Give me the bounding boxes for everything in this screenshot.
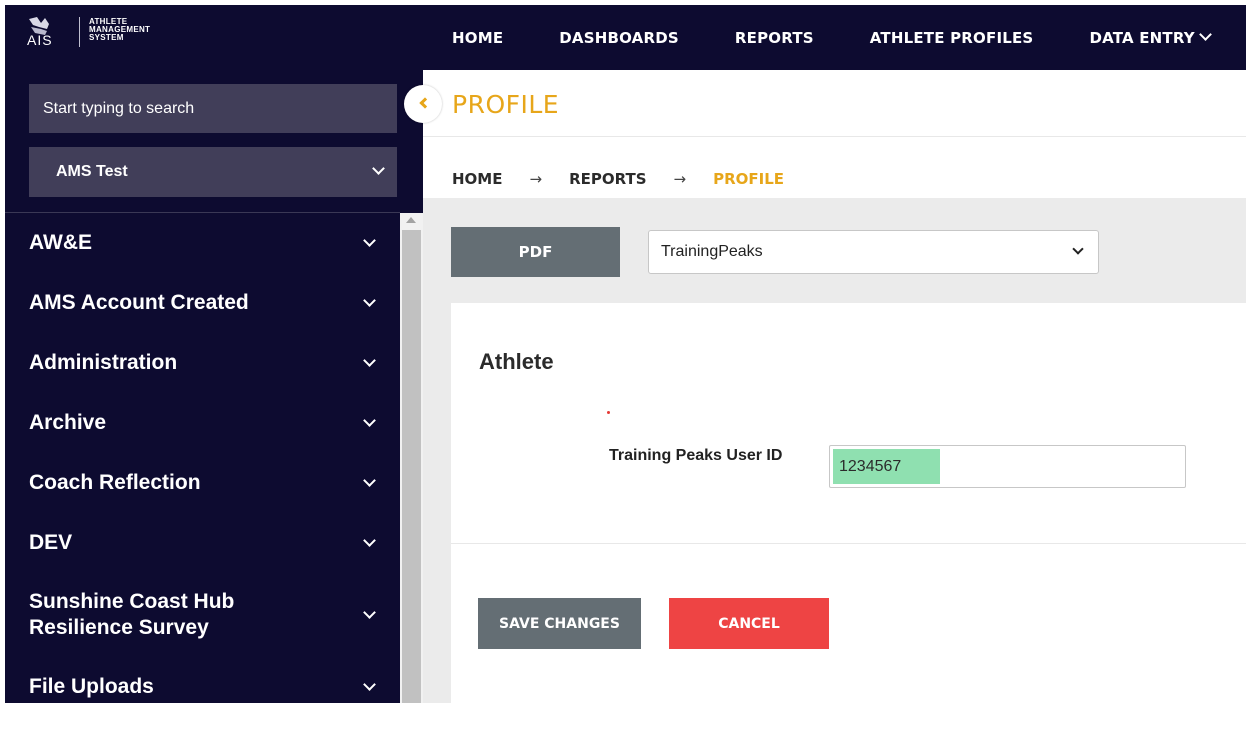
sidebar-item-administration[interactable]: Administration	[5, 333, 398, 393]
sidebar-item-ams-account-created[interactable]: AMS Account Created	[5, 273, 398, 333]
training-peaks-id-input[interactable]: 1234567	[829, 445, 1186, 488]
sidebar-item-awe[interactable]: AW&E	[5, 213, 398, 273]
main-nav: HOME DASHBOARDS REPORTS ATHLETE PROFILES…	[452, 5, 1212, 70]
profile-form-card: Athlete Training Peaks User ID 1234567 S…	[451, 303, 1246, 703]
sidebar-item-dev[interactable]: DEV	[5, 513, 398, 573]
top-navigation-bar: AIS ATHLETE MANAGEMENT SYSTEM HOME DASHB…	[5, 5, 1246, 70]
sidebar-item-label: AMS Account Created	[29, 291, 249, 314]
sidebar-item-file-uploads[interactable]: File Uploads	[5, 657, 398, 717]
nav-data-entry-label: DATA ENTRY	[1089, 28, 1195, 47]
report-select[interactable]: TrainingPeaks	[648, 230, 1099, 274]
breadcrumb-arrow-icon: →	[529, 170, 543, 188]
training-peaks-id-label: Training Peaks User ID	[609, 447, 783, 464]
nav-athlete-profiles[interactable]: ATHLETE PROFILES	[870, 29, 1034, 47]
form-divider	[451, 543, 1246, 544]
chevron-down-icon	[372, 162, 385, 175]
title-divider	[423, 136, 1246, 137]
chevron-down-icon	[363, 678, 376, 691]
breadcrumb-reports[interactable]: REPORTS	[569, 170, 646, 188]
sidebar-item-label: Archive	[29, 411, 107, 434]
sidebar-item-label: AW&E	[29, 231, 92, 254]
logo-line-3: SYSTEM	[89, 33, 124, 42]
nav-reports[interactable]: REPORTS	[735, 29, 814, 47]
sidebar-item-sunshine-coast-hub[interactable]: Sunshine Coast Hub Resilience Survey	[5, 573, 398, 657]
sidebar-menu: AW&E AMS Account Created Administration …	[5, 213, 398, 717]
logo-acronym: AIS	[27, 32, 53, 48]
sidebar-item-label: File Uploads	[29, 675, 154, 698]
sidebar-item-label: DEV	[29, 531, 73, 554]
chevron-left-icon	[419, 97, 431, 109]
sidebar: AMS Test AW&E AMS Account Created Admini…	[5, 70, 423, 703]
sidebar-item-coach-reflection[interactable]: Coach Reflection	[5, 453, 398, 513]
save-changes-button[interactable]: SAVE CHANGES	[478, 598, 641, 649]
chevron-down-icon	[363, 354, 376, 367]
sidebar-scrollbar[interactable]	[400, 213, 423, 703]
chevron-down-icon	[363, 606, 376, 619]
chevron-down-icon	[1072, 243, 1084, 255]
chevron-down-icon	[363, 294, 376, 307]
breadcrumb-arrow-icon: →	[673, 170, 687, 188]
chevron-down-icon	[363, 534, 376, 547]
required-marker	[607, 411, 610, 414]
chevron-down-icon	[363, 474, 376, 487]
scroll-up-arrow-icon[interactable]	[406, 217, 416, 223]
chevron-down-icon	[363, 414, 376, 427]
logo-wordmark: ATHLETE MANAGEMENT SYSTEM	[89, 18, 150, 42]
breadcrumb: HOME → REPORTS → PROFILE	[452, 158, 785, 200]
breadcrumb-profile[interactable]: PROFILE	[713, 170, 785, 200]
sidebar-collapse-button[interactable]	[404, 85, 442, 123]
chevron-down-icon	[363, 234, 376, 247]
nav-data-entry[interactable]: DATA ENTRY	[1089, 28, 1212, 47]
sidebar-search-input[interactable]	[29, 84, 397, 133]
pdf-button[interactable]: PDF	[451, 227, 620, 277]
sidebar-item-archive[interactable]: Archive	[5, 393, 398, 453]
report-select-value: TrainingPeaks	[661, 243, 763, 260]
group-select-value: AMS Test	[56, 163, 128, 180]
sidebar-item-label: Sunshine Coast Hub Resilience Survey	[29, 590, 235, 639]
chevron-down-icon	[1198, 28, 1212, 41]
cancel-button[interactable]: CANCEL	[669, 598, 829, 649]
logo-divider	[79, 17, 80, 47]
training-peaks-id-value: 1234567	[833, 449, 940, 484]
section-title: Athlete	[479, 349, 554, 374]
breadcrumb-home[interactable]: HOME	[452, 170, 502, 188]
sidebar-item-label: Coach Reflection	[29, 471, 201, 494]
page-title: PROFILE	[452, 90, 560, 119]
nav-home[interactable]: HOME	[452, 29, 503, 47]
ams-logo[interactable]: AIS ATHLETE MANAGEMENT SYSTEM	[27, 15, 187, 61]
nav-dashboards[interactable]: DASHBOARDS	[559, 29, 679, 47]
scrollbar-thumb[interactable]	[402, 230, 421, 703]
group-select[interactable]: AMS Test	[29, 147, 397, 197]
sidebar-item-label: Administration	[29, 351, 178, 374]
